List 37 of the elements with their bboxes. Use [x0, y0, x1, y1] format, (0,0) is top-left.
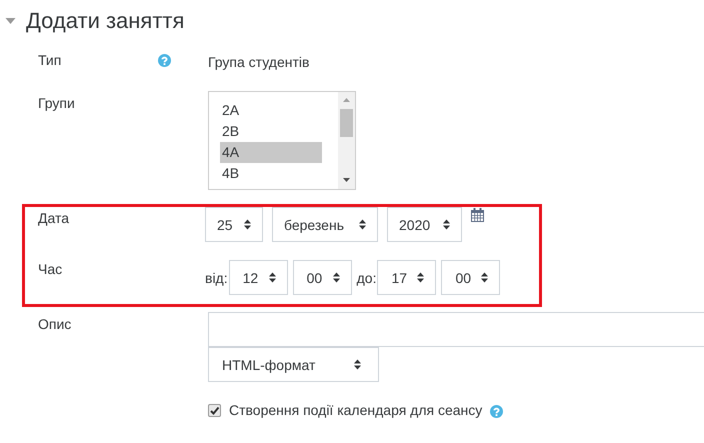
- field-label: Тип: [38, 52, 62, 68]
- dropdown[interactable]: 00: [441, 260, 500, 295]
- sort-arrows-icon: [243, 219, 252, 230]
- dropdown[interactable]: HTML-формат: [208, 347, 379, 382]
- sort-arrows-icon: [416, 272, 426, 283]
- checkmark-icon: [209, 404, 220, 416]
- calendar-icon[interactable]: [471, 208, 484, 222]
- sort-arrows-icon: [358, 219, 367, 230]
- sort-arrows-icon: [480, 272, 490, 283]
- list-option[interactable]: 4A: [220, 142, 322, 163]
- list-option[interactable]: 4B: [220, 163, 322, 184]
- dropdown[interactable]: березень: [272, 207, 378, 242]
- sort-arrows-icon: [353, 359, 362, 370]
- list-option[interactable]: 2B: [220, 121, 322, 142]
- field-label: до:: [356, 270, 376, 286]
- field-label: Групи: [38, 95, 76, 111]
- field-label: Час: [38, 261, 64, 277]
- collapse-triangle-icon[interactable]: [5, 16, 16, 26]
- group-listbox[interactable]: 2A 2B 4A 4B: [208, 91, 356, 190]
- sort-arrows-icon: [332, 272, 341, 283]
- dropdown[interactable]: 17: [377, 260, 436, 295]
- dropdown[interactable]: 2020: [387, 207, 462, 242]
- sort-arrows-icon: [268, 272, 277, 283]
- dropdown[interactable]: 00: [292, 260, 352, 295]
- field-label: Дата: [38, 210, 70, 226]
- help-icon: [490, 404, 504, 418]
- field-value: Група студентів: [208, 53, 310, 70]
- field-label: від:: [205, 270, 228, 286]
- list-option[interactable]: 2A: [220, 100, 322, 121]
- sort-arrows-icon: [442, 219, 451, 230]
- field-label: Опис: [38, 316, 72, 332]
- dropdown[interactable]: 12: [228, 260, 288, 295]
- section-title: Додати заняття: [26, 8, 184, 34]
- help-icon: [158, 54, 171, 67]
- dropdown[interactable]: 25: [205, 207, 263, 242]
- checkbox-label: Створення події календаря для сеансу: [229, 402, 482, 418]
- checkbox[interactable]: [208, 404, 221, 416]
